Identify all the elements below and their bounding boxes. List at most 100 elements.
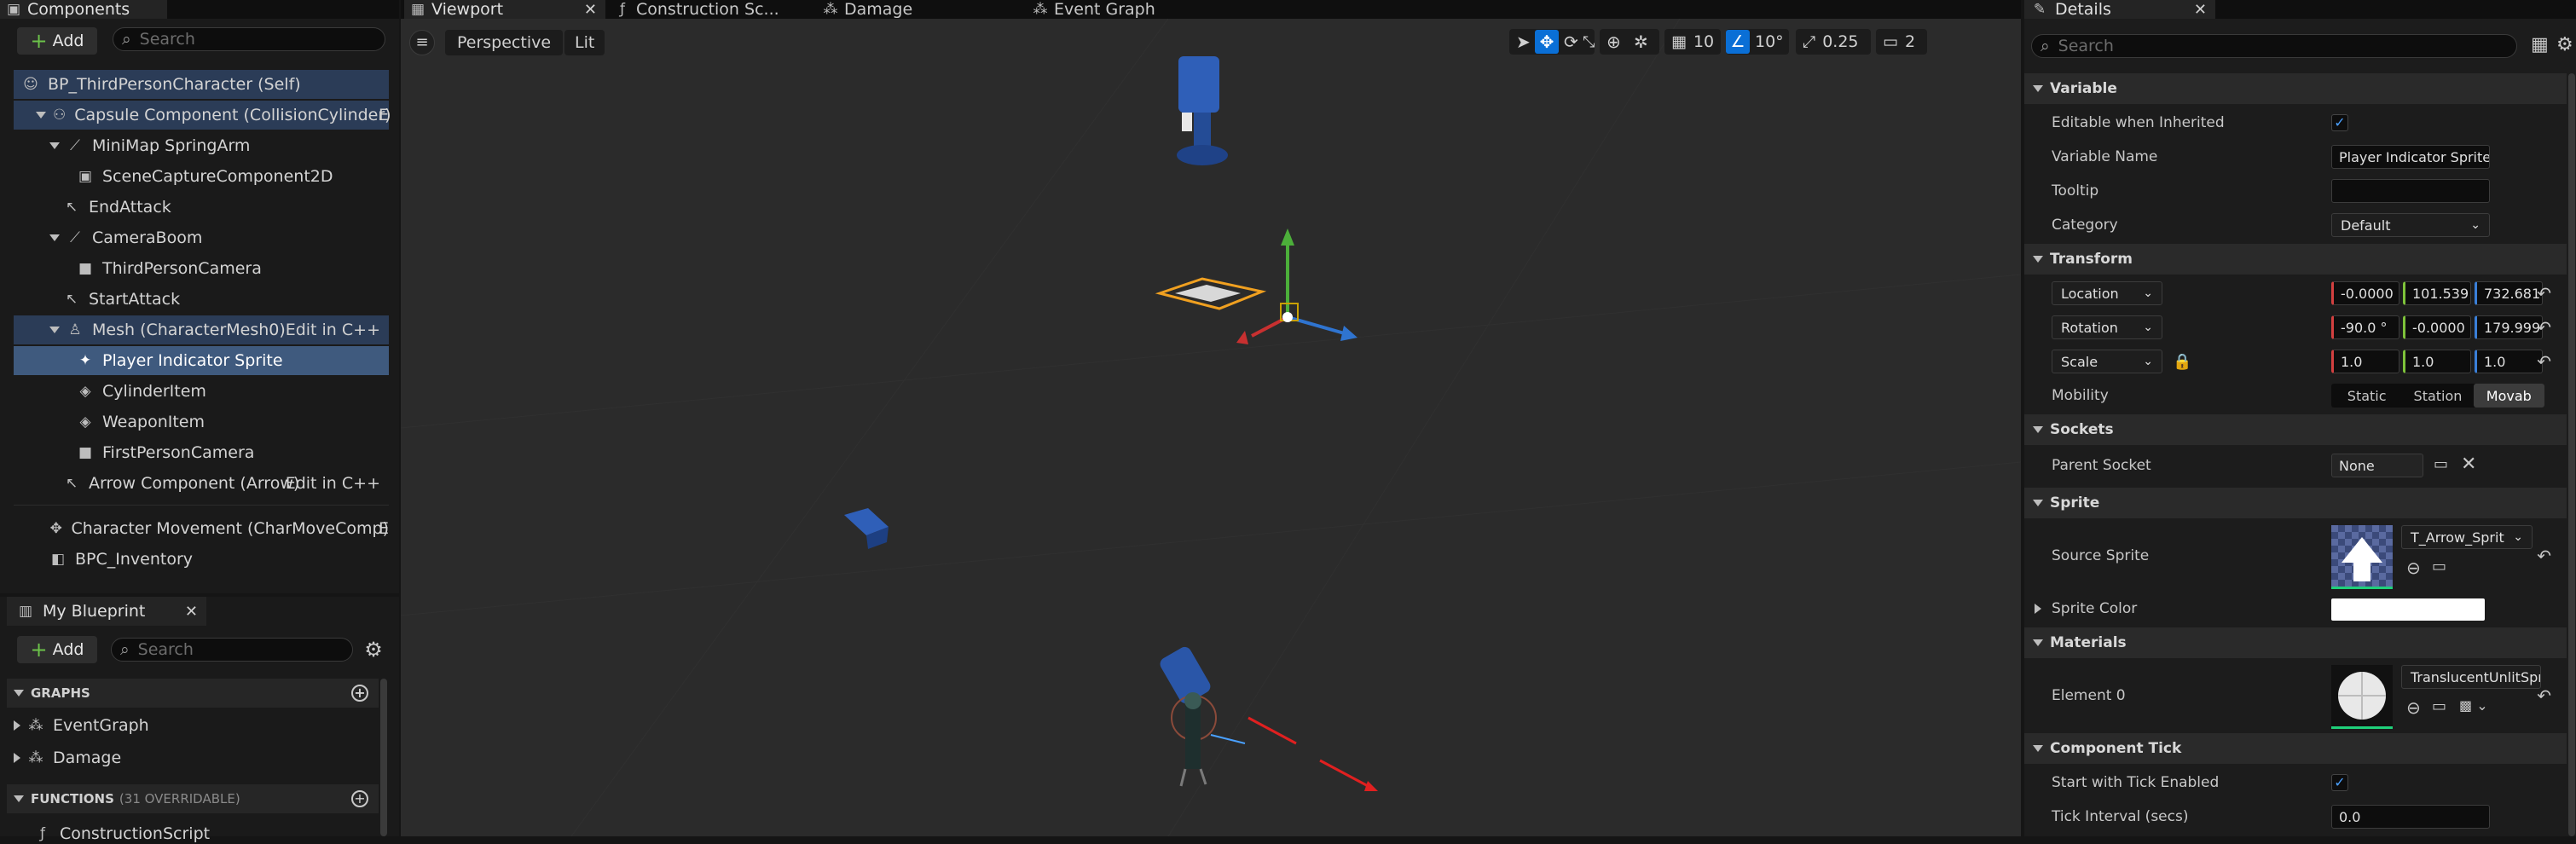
property-matrix-icon[interactable]: ▦: [2531, 34, 2549, 55]
mobility-static-option[interactable]: Static: [2331, 384, 2402, 408]
tab-construction-script[interactable]: ƒ Construction Sc...: [614, 0, 810, 19]
player-indicator-sprite-mesh[interactable]: [1155, 277, 1267, 310]
lock-icon[interactable]: 🔒: [2173, 353, 2191, 371]
tree-item-self[interactable]: ☺ BP_ThirdPersonCharacter (Self): [14, 70, 389, 99]
tree-item-scene-capture[interactable]: ▣ SceneCaptureComponent2D: [14, 162, 389, 191]
clear-icon[interactable]: ✕: [2461, 454, 2476, 475]
reset-to-default-icon[interactable]: ↶: [2537, 685, 2551, 706]
reset-to-default-icon[interactable]: ↶: [2537, 351, 2551, 372]
tree-item-mesh[interactable]: ♙ Mesh (CharacterMesh0) Edit in C++: [14, 315, 389, 344]
tree-item-firstpersoncamera[interactable]: ■ FirstPersonCamera: [14, 438, 389, 467]
tab-my-blueprint[interactable]: ▥ My Blueprint ✕: [7, 597, 206, 626]
parent-socket-field[interactable]: None: [2331, 454, 2423, 477]
scene-capture-mesh[interactable]: [1177, 56, 1228, 165]
browse-socket-icon[interactable]: ▭: [2434, 455, 2448, 473]
scale-x-field[interactable]: 1.0: [2331, 350, 2399, 373]
expand-caret-icon[interactable]: [36, 112, 46, 119]
rotation-y-field[interactable]: -0.0000: [2403, 315, 2471, 339]
location-mode-dropdown[interactable]: Location ⌄: [2052, 281, 2162, 305]
tree-item-cameraboom[interactable]: ⟋ CameraBoom: [14, 223, 389, 252]
tree-item-arrow-component[interactable]: ↖ Arrow Component (Arrow) Edit in C++: [14, 469, 389, 498]
close-icon[interactable]: ✕: [2194, 1, 2207, 19]
edit-in-cpp-link[interactable]: Edit in C++: [286, 321, 380, 339]
mobility-stationary-option[interactable]: Station: [2402, 384, 2473, 408]
tree-item-player-indicator-sprite[interactable]: ✦ Player Indicator Sprite: [14, 346, 389, 375]
mobility-movable-option[interactable]: Movab: [2473, 384, 2544, 408]
tree-item-startattack[interactable]: ↖ StartAttack: [14, 285, 389, 314]
tree-item-bpc-inventory[interactable]: ◧ BPC_Inventory: [14, 545, 389, 574]
scale-z-field[interactable]: 1.0: [2475, 350, 2543, 373]
edit-in-cpp-link[interactable]: E: [379, 106, 389, 124]
sprite-thumbnail[interactable]: [2331, 525, 2393, 589]
tree-item-endattack[interactable]: ↖ EndAttack: [14, 193, 389, 222]
graph-item-damage[interactable]: ⁂ Damage: [14, 745, 121, 771]
rotation-mode-dropdown[interactable]: Rotation ⌄: [2052, 315, 2162, 339]
location-z-field[interactable]: 732.681: [2475, 281, 2543, 305]
material-dropdown[interactable]: TranslucentUnlitSpri: [2401, 665, 2541, 689]
edit-in-cpp-link[interactable]: Edit in C++: [286, 474, 380, 493]
section-materials[interactable]: Materials: [2024, 627, 2567, 658]
material-options-icon[interactable]: ▩ ⌄: [2459, 697, 2488, 714]
tooltip-field[interactable]: [2331, 179, 2490, 203]
tab-details[interactable]: ✎ Details ✕: [2024, 0, 2215, 19]
section-transform[interactable]: Transform: [2024, 244, 2567, 275]
use-selected-icon[interactable]: ⊖: [2406, 558, 2421, 578]
expand-caret-icon[interactable]: [2035, 604, 2041, 614]
components-search-input[interactable]: ⌕ Search: [113, 27, 385, 51]
tree-item-character-movement[interactable]: ✥ Character Movement (CharMoveComp) E: [14, 514, 389, 543]
section-sprite[interactable]: Sprite: [2024, 488, 2567, 518]
details-search-input[interactable]: ⌕ Search: [2031, 34, 2517, 58]
rotation-z-field[interactable]: 179.999: [2475, 315, 2543, 339]
viewport-canvas[interactable]: ≡ Perspective Lit ➤ ✥ ⟳ ⤡ ⊕ ✲ ▦ 10 ∠ 10°…: [401, 19, 2021, 836]
tree-item-thirdpersoncamera[interactable]: ■ ThirdPersonCamera: [14, 254, 389, 283]
section-sockets[interactable]: Sockets: [2024, 414, 2567, 445]
add-graph-icon[interactable]: +: [351, 685, 368, 702]
start-tick-checkbox[interactable]: ✓: [2331, 774, 2348, 791]
rotation-x-field[interactable]: -90.0 °: [2331, 315, 2399, 339]
close-icon[interactable]: ✕: [185, 603, 198, 621]
character-mesh[interactable]: [1158, 645, 1378, 791]
expand-caret-icon[interactable]: [49, 327, 60, 333]
edit-in-cpp-link[interactable]: E: [379, 519, 389, 538]
reset-to-default-icon[interactable]: ↶: [2537, 317, 2551, 338]
graphs-header[interactable]: GRAPHS +: [7, 679, 379, 708]
close-icon[interactable]: ✕: [584, 1, 597, 19]
tree-item-cylinderitem[interactable]: ◈ CylinderItem: [14, 377, 389, 406]
editable-checkbox[interactable]: ✓: [2331, 114, 2348, 131]
browse-asset-icon[interactable]: ▭: [2432, 697, 2446, 715]
expand-caret-icon[interactable]: [49, 234, 60, 241]
add-component-button[interactable]: + Add: [17, 27, 97, 55]
browse-asset-icon[interactable]: ▭: [2432, 558, 2446, 575]
tab-viewport[interactable]: ▦ Viewport ✕: [404, 0, 605, 19]
tree-item-minimap-springarm[interactable]: ⟋ MiniMap SpringArm: [14, 131, 389, 160]
scale-y-field[interactable]: 1.0: [2403, 350, 2471, 373]
reset-to-default-icon[interactable]: ↶: [2537, 283, 2551, 303]
variable-name-field[interactable]: Player Indicator Sprite: [2331, 145, 2490, 169]
tree-item-weaponitem[interactable]: ◈ WeaponItem: [14, 408, 389, 436]
tab-damage[interactable]: ⁂ Damage: [822, 0, 1018, 19]
location-x-field[interactable]: -0.0000: [2331, 281, 2399, 305]
category-dropdown[interactable]: Default ⌄: [2331, 213, 2490, 237]
tab-components[interactable]: ▣ Components: [0, 0, 167, 19]
add-blueprint-button[interactable]: + Add: [17, 636, 97, 663]
section-variable[interactable]: Variable: [2024, 73, 2567, 104]
expand-caret-icon[interactable]: [49, 142, 60, 149]
section-component-tick[interactable]: Component Tick: [2024, 733, 2567, 764]
material-thumbnail[interactable]: [2331, 665, 2393, 729]
use-selected-icon[interactable]: ⊖: [2406, 697, 2421, 718]
reset-to-default-icon[interactable]: ↶: [2537, 546, 2551, 566]
location-y-field[interactable]: 101.539: [2403, 281, 2471, 305]
tick-interval-field[interactable]: 0.0: [2331, 805, 2490, 829]
translate-gizmo[interactable]: [1236, 228, 1357, 344]
sprite-color-swatch[interactable]: [2331, 598, 2485, 621]
tab-event-graph[interactable]: ⁂ Event Graph: [1030, 0, 1226, 19]
gear-icon[interactable]: ⚙: [362, 638, 385, 662]
tree-item-capsule[interactable]: ⚇ Capsule Component (CollisionCylinder) …: [14, 101, 391, 130]
blueprint-search-input[interactable]: ⌕ Search: [111, 638, 353, 662]
function-item-constructionscript[interactable]: ƒ ConstructionScript: [34, 824, 210, 844]
scale-mode-dropdown[interactable]: Scale ⌄: [2052, 350, 2162, 373]
first-person-camera-mesh[interactable]: [844, 508, 889, 549]
details-scrollbar[interactable]: [2568, 73, 2575, 836]
add-function-icon[interactable]: +: [351, 790, 368, 807]
blueprint-scrollbar[interactable]: [380, 679, 387, 836]
